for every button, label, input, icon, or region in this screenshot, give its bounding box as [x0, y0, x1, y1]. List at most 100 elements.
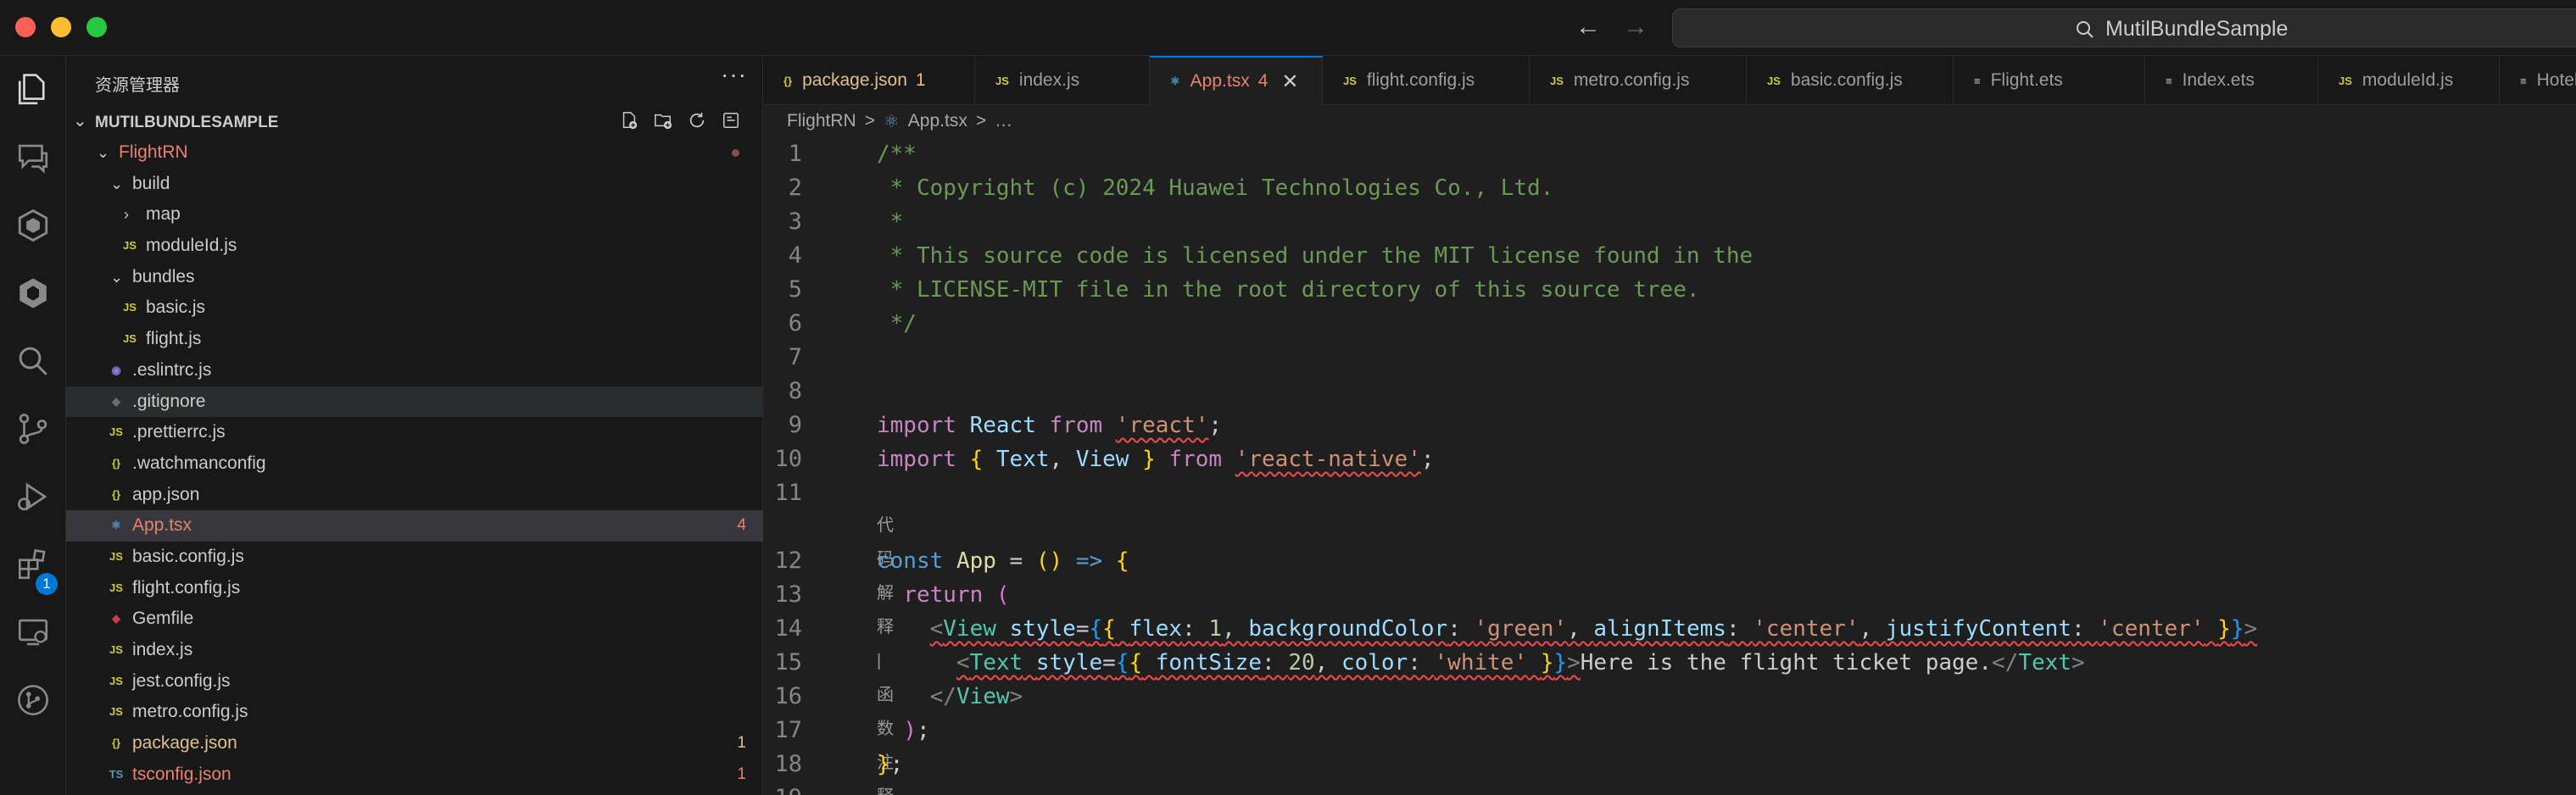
editor-tab[interactable]: JS basic.config.js	[1747, 56, 1954, 105]
tree-item-label: build	[132, 173, 170, 193]
code-line: );	[903, 718, 930, 743]
tree-item-label: bundles	[132, 266, 195, 286]
js-file-icon: JS	[123, 332, 137, 346]
tree-item[interactable]: {} app.json	[66, 480, 763, 511]
remote-explorer-icon[interactable]	[0, 598, 66, 666]
line-number: 16	[774, 683, 802, 709]
breadcrumb-symbol[interactable]: …	[995, 111, 1012, 131]
editor-tab[interactable]: ≡ Index.ets	[2145, 56, 2318, 105]
line-number: 7	[788, 344, 802, 370]
code-line: </View>	[929, 684, 1023, 709]
tree-item-label: .eslintrc.js	[132, 359, 212, 380]
breadcrumb-folder[interactable]: FlightRN	[787, 111, 856, 131]
command-center-search[interactable]: MutilBundleSample	[1672, 8, 2576, 47]
code-editor[interactable]: 12345678910111213141516171819 /** * Copy…	[763, 137, 2576, 795]
line-number: 18	[774, 751, 802, 777]
tree-item[interactable]: JS basic.config.js	[66, 542, 763, 573]
explorer-icon[interactable]	[0, 56, 66, 124]
tree-item[interactable]: {} package.json 1	[66, 728, 763, 759]
tree-item-label: index.js	[132, 640, 193, 659]
new-folder-icon[interactable]	[653, 110, 673, 131]
tree-item[interactable]: JS flight.js	[66, 324, 763, 355]
typescript-file-icon: TS	[109, 767, 124, 781]
close-tab-icon[interactable]: ✕	[1281, 69, 1298, 94]
code-line: /**	[877, 142, 917, 167]
code-line: *	[877, 209, 904, 235]
back-arrow-icon[interactable]: ←	[1575, 12, 1601, 42]
chevron-right-icon: >	[864, 111, 875, 131]
tree-item[interactable]: ◆ .gitignore	[66, 386, 763, 418]
tree-item[interactable]: JS .prettierrc.js	[66, 417, 763, 448]
tree-item[interactable]: › map	[66, 199, 763, 231]
tree-item[interactable]: TS tsconfig.json 1	[66, 759, 763, 791]
editor-tab[interactable]: ≡ Hotel.e	[2500, 56, 2576, 105]
tree-item[interactable]: JS metro.config.js	[66, 697, 763, 728]
git-file-icon: ◆	[112, 394, 120, 408]
tree-item[interactable]: ⌄ FlightRN	[66, 137, 763, 169]
file-type-icon: JS	[995, 74, 1009, 87]
forward-arrow-icon[interactable]: →	[1623, 12, 1648, 42]
js-file-icon: JS	[109, 549, 123, 563]
tree-item-label: .prettierrc.js	[132, 422, 226, 442]
file-type-icon: ≡	[2520, 74, 2527, 87]
tree-item-label: flight.config.js	[132, 577, 241, 598]
editor-tab[interactable]: JS metro.config.js	[1530, 56, 1747, 105]
git-graph-icon[interactable]	[0, 666, 66, 734]
code-line: */	[877, 311, 917, 336]
tab-label: package.json	[802, 70, 907, 90]
line-number: 19	[734, 781, 802, 795]
tree-item[interactable]: {} .watchmanconfig	[66, 448, 763, 480]
tree-item[interactable]: ◆ Gemfile	[66, 603, 763, 635]
search-sidebar-icon[interactable]	[0, 327, 66, 395]
tab-label: Index.ets	[2182, 70, 2255, 90]
minimize-window-button[interactable]	[51, 17, 71, 37]
maximize-window-button[interactable]	[86, 17, 107, 37]
code-line: import { Text, View } from 'react-native…	[877, 447, 1435, 472]
cube-tool-icon[interactable]	[0, 259, 66, 327]
tree-item-label: app.json	[132, 484, 200, 504]
tree-item[interactable]: ⌄ bundles	[66, 262, 763, 293]
tree-item-label: jest.config.js	[132, 670, 231, 691]
editor-tab[interactable]: JS moduleId.js	[2318, 56, 2500, 105]
tree-item[interactable]: JS index.js	[66, 635, 763, 666]
extensions-icon[interactable]: 1	[0, 531, 66, 598]
editor-tab[interactable]: ⚛ App.tsx 4 ✕	[1150, 56, 1323, 105]
json-file-icon: {}	[111, 487, 121, 501]
collapse-all-icon[interactable]	[721, 110, 741, 131]
refresh-icon[interactable]	[687, 110, 707, 131]
breadcrumb-file[interactable]: App.tsx	[908, 111, 967, 131]
codelens-actions[interactable]: 代码解释 | 函数注释 | 生成单测	[877, 509, 894, 795]
tree-item[interactable]: JS flight.config.js	[66, 573, 763, 604]
js-file-icon: JS	[109, 581, 123, 594]
code-line: * Copyright (c) 2024 Huawei Technologies…	[877, 175, 1554, 201]
editor-tab[interactable]: ≡ Flight.ets	[1954, 56, 2145, 105]
tree-item[interactable]: JS jest.config.js	[66, 666, 763, 698]
editor-tab[interactable]: {} package.json 1	[763, 56, 975, 105]
new-file-icon[interactable]	[619, 110, 639, 131]
tree-item[interactable]: ⚛ App.tsx 4	[66, 510, 763, 542]
tree-item[interactable]: ◉ .eslintrc.js	[66, 355, 763, 386]
hexagon-tool-icon[interactable]	[0, 192, 66, 259]
tab-label: Hotel.e	[2536, 70, 2576, 90]
tree-item-label: flight.js	[146, 329, 202, 349]
line-number: 10	[774, 446, 802, 472]
workspace-section-header[interactable]: ⌄ MUTILBUNDLESAMPLE	[66, 107, 763, 137]
tree-item[interactable]: JS moduleId.js	[66, 231, 763, 262]
run-debug-icon[interactable]	[0, 463, 66, 531]
more-actions-icon[interactable]: ···	[721, 61, 747, 88]
editor-tab[interactable]: JS index.js	[975, 56, 1150, 105]
tree-item[interactable]: JS basic.js	[66, 292, 763, 324]
chat-icon[interactable]	[0, 124, 66, 192]
file-type-icon: JS	[1767, 74, 1781, 87]
tree-item[interactable]: ⌄ build	[66, 169, 763, 200]
breadcrumb: FlightRN > ⚛ App.tsx > …	[763, 105, 2576, 137]
file-type-icon: {}	[783, 74, 793, 87]
line-number: 14	[774, 615, 802, 642]
file-type-icon: ⚛	[1170, 75, 1180, 87]
source-control-icon[interactable]	[0, 395, 66, 463]
title-bar: ← → MutilBundleSample	[0, 0, 2576, 56]
close-window-button[interactable]	[15, 17, 36, 37]
tab-label: App.tsx	[1190, 71, 1250, 91]
editor-tab[interactable]: JS flight.config.js	[1323, 56, 1530, 105]
line-number: 9	[788, 412, 802, 438]
